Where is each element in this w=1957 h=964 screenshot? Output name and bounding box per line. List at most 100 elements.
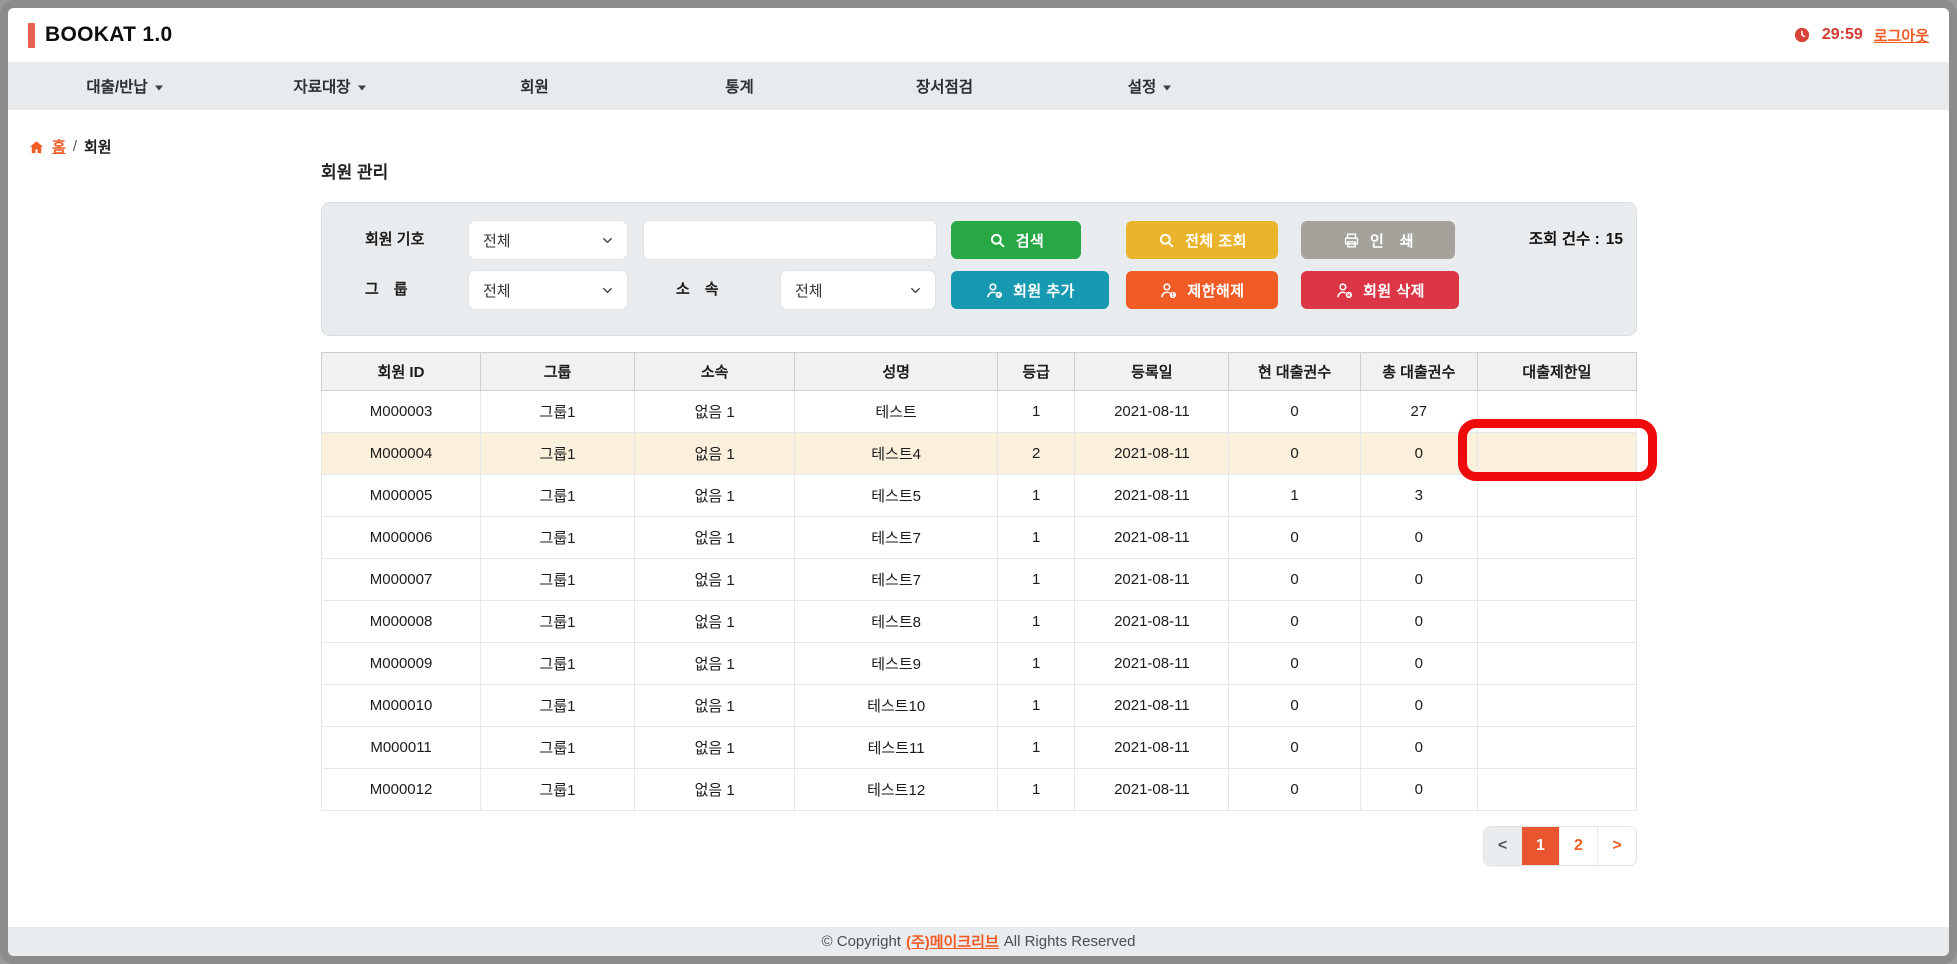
member-code-label: 회원 기호: [365, 221, 445, 259]
breadcrumb-current: 회원: [84, 136, 112, 157]
breadcrumb: 홈 / 회원: [28, 136, 112, 157]
cell-total_loans: 0: [1360, 769, 1477, 811]
breadcrumb-home-link[interactable]: 홈: [52, 136, 66, 157]
pagination-page-2[interactable]: 2: [1560, 827, 1598, 865]
footer-company-link[interactable]: (주)메이크리브: [906, 931, 999, 952]
cell-name: 테스트10: [795, 685, 998, 727]
affiliation-select[interactable]: 전체: [781, 271, 935, 309]
cell-group: 그룹1: [481, 433, 635, 475]
table-row[interactable]: M000011그룹1없음 1테스트1112021-08-1100: [322, 727, 1637, 769]
search-button[interactable]: 검색: [951, 221, 1081, 259]
table-row[interactable]: M000006그룹1없음 1테스트712021-08-1100: [322, 517, 1637, 559]
nav-item-자료대장[interactable]: 자료대장: [227, 75, 432, 97]
print-button[interactable]: 인 쇄: [1301, 221, 1455, 259]
cell-grade: 1: [997, 475, 1075, 517]
pagination-next-button[interactable]: >: [1598, 827, 1636, 865]
table-row[interactable]: M000004그룹1없음 1테스트422021-08-1100: [322, 433, 1637, 475]
cell-grade: 1: [997, 517, 1075, 559]
result-count: 조회 건수 : 15: [1529, 221, 1623, 259]
search-keyword-input[interactable]: [644, 221, 936, 259]
cell-name: 테스트7: [795, 559, 998, 601]
app-logo: BOOKAT 1.0: [28, 23, 172, 48]
member-code-select[interactable]: 전체: [469, 221, 627, 259]
result-count-value: 15: [1606, 221, 1623, 259]
cell-id: M000012: [322, 769, 481, 811]
cell-reg_date: 2021-08-11: [1075, 475, 1229, 517]
nav-item-대출/반납[interactable]: 대출/반납: [22, 75, 227, 97]
person-plus-icon: +: [985, 281, 1004, 300]
column-header: 등록일: [1075, 353, 1229, 391]
cell-total_loans: 0: [1360, 685, 1477, 727]
logo-bar: [28, 23, 35, 48]
cell-grade: 1: [997, 559, 1075, 601]
cell-current_loans: 0: [1229, 391, 1361, 433]
svg-text:!: !: [1172, 292, 1175, 299]
cell-affiliation: 없음 1: [634, 517, 794, 559]
cell-group: 그룹1: [481, 391, 635, 433]
cell-grade: 1: [997, 643, 1075, 685]
cell-id: M000007: [322, 559, 481, 601]
pagination-pages: 12: [1522, 827, 1598, 865]
column-header: 총 대출권수: [1360, 353, 1477, 391]
table-row[interactable]: M000009그룹1없음 1테스트912021-08-1100: [322, 643, 1637, 685]
affiliation-label: 소 속: [676, 271, 743, 309]
pagination-page-1[interactable]: 1: [1522, 827, 1560, 865]
nav-item-통계[interactable]: 통계: [637, 75, 842, 97]
chevron-down-icon: [358, 86, 366, 95]
column-header: 그룹: [481, 353, 635, 391]
affiliation-select-value: 전체: [795, 280, 823, 301]
cell-grade: 1: [997, 601, 1075, 643]
cell-group: 그룹1: [481, 727, 635, 769]
cell-reg_date: 2021-08-11: [1075, 769, 1229, 811]
view-all-button[interactable]: 전체 조회: [1126, 221, 1278, 259]
cell-group: 그룹1: [481, 559, 635, 601]
cell-restriction_date: [1477, 391, 1636, 433]
cell-id: M000011: [322, 727, 481, 769]
cell-id: M000003: [322, 391, 481, 433]
chevron-down-icon: [600, 233, 615, 248]
cell-total_loans: 27: [1360, 391, 1477, 433]
footer: © Copyright (주)메이크리브 All Rights Reserved: [8, 927, 1949, 956]
cell-restriction_date: [1477, 433, 1636, 475]
nav-item-장서점검[interactable]: 장서점검: [842, 75, 1047, 97]
pagination-prev-button[interactable]: <: [1484, 827, 1522, 865]
lift-restriction-button[interactable]: ! 제한해제: [1126, 271, 1278, 309]
cell-name: 테스트11: [795, 727, 998, 769]
app-header: BOOKAT 1.0 29:59 로그아웃: [8, 8, 1949, 62]
cell-reg_date: 2021-08-11: [1075, 643, 1229, 685]
table-row[interactable]: M000008그룹1없음 1테스트812021-08-1100: [322, 601, 1637, 643]
column-header: 현 대출권수: [1229, 353, 1361, 391]
table-row[interactable]: M000003그룹1없음 1테스트12021-08-11027: [322, 391, 1637, 433]
table-row[interactable]: M000005그룹1없음 1테스트512021-08-1113: [322, 475, 1637, 517]
nav-item-label: 통계: [725, 79, 754, 96]
nav-item-회원[interactable]: 회원: [432, 75, 637, 97]
cell-total_loans: 0: [1360, 559, 1477, 601]
group-select[interactable]: 전체: [469, 271, 627, 309]
logout-link[interactable]: 로그아웃: [1874, 25, 1929, 46]
cell-name: 테스트12: [795, 769, 998, 811]
column-header: 회원 ID: [322, 353, 481, 391]
home-icon[interactable]: [28, 139, 45, 156]
search-icon: [988, 231, 1007, 250]
table-body: M000003그룹1없음 1테스트12021-08-11027M000004그룹…: [322, 391, 1637, 811]
add-member-button[interactable]: + 회원 추가: [951, 271, 1109, 309]
table-row[interactable]: M000010그룹1없음 1테스트1012021-08-1100: [322, 685, 1637, 727]
cell-total_loans: 0: [1360, 517, 1477, 559]
cell-current_loans: 0: [1229, 433, 1361, 475]
person-exclamation-icon: !: [1159, 281, 1178, 300]
cell-restriction_date: [1477, 643, 1636, 685]
table-row[interactable]: M000012그룹1없음 1테스트1212021-08-1100: [322, 769, 1637, 811]
cell-current_loans: 0: [1229, 685, 1361, 727]
nav-item-설정[interactable]: 설정: [1047, 75, 1252, 97]
cell-restriction_date: [1477, 685, 1636, 727]
member-table: 회원 ID그룹소속성명등급등록일현 대출권수총 대출권수대출제한일 M00000…: [321, 352, 1637, 811]
table-row[interactable]: M000007그룹1없음 1테스트712021-08-1100: [322, 559, 1637, 601]
cell-restriction_date: [1477, 769, 1636, 811]
member-code-select-value: 전체: [483, 230, 511, 251]
cell-name: 테스트8: [795, 601, 998, 643]
breadcrumb-separator: /: [73, 138, 77, 155]
lift-restriction-button-label: 제한해제: [1187, 280, 1244, 301]
search-icon: [1157, 231, 1176, 250]
delete-member-button[interactable]: × 회원 삭제: [1301, 271, 1459, 309]
cell-total_loans: 0: [1360, 643, 1477, 685]
